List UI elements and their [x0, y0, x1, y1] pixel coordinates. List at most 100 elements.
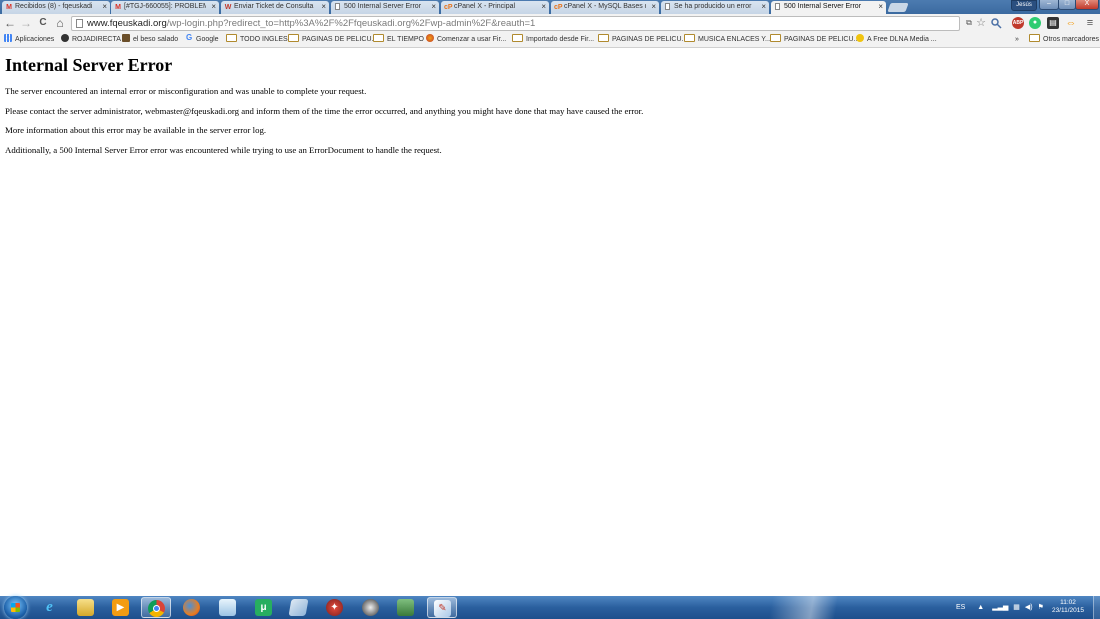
tab-500-error-active[interactable]: 500 Internal Server Error ×: [771, 1, 886, 14]
tab-label: 500 Internal Server Error: [784, 3, 862, 10]
bookmark-importado-firefox[interactable]: Importado desde Fir...: [512, 33, 594, 47]
page-icon: [665, 3, 670, 10]
bookmark-el-beso-salado[interactable]: el beso salado: [122, 33, 178, 47]
close-icon[interactable]: ×: [431, 1, 436, 13]
signal-icon[interactable]: ▂▃▅: [992, 604, 1008, 611]
close-window-button[interactable]: X: [1075, 0, 1099, 10]
show-hidden-icons[interactable]: ▲: [977, 604, 984, 611]
windows-taskbar: e ▶ μ ✦ ✎ ES ▲ ▂▃▅ ▦ ◀) ⚑ 11:02 23/11/20…: [0, 596, 1100, 619]
bookmark-star-icon[interactable]: ☆: [975, 17, 987, 29]
url-path: /wp-login.php?redirect_to=http%3A%2F%2Ff…: [166, 18, 536, 29]
close-icon[interactable]: ×: [541, 1, 546, 13]
close-icon[interactable]: ×: [102, 1, 107, 13]
page-icon: [335, 3, 340, 10]
taskbar-media-player[interactable]: ▶: [106, 597, 136, 618]
bookmark-comenzar-firefox[interactable]: Comenzar a usar Fir...: [426, 33, 506, 47]
taskbar-app-network[interactable]: [391, 597, 421, 618]
tab-label: Recibidos (8) - fqeuskadi: [15, 3, 93, 10]
extension-green-icon[interactable]: ●: [1029, 17, 1041, 29]
folder-icon: [512, 34, 523, 43]
bookmark-other[interactable]: Otros marcadores: [1029, 33, 1099, 47]
close-icon[interactable]: ×: [878, 1, 883, 13]
system-clock[interactable]: 11:02 23/11/2015: [1047, 599, 1089, 615]
bookmark-free-dlna[interactable]: A Free DLNA Media ...: [856, 33, 937, 47]
taskbar-utorrent[interactable]: μ: [249, 597, 279, 618]
site-icon: [122, 34, 130, 43]
taskbar-app-sphere[interactable]: [356, 597, 386, 618]
close-icon[interactable]: ×: [321, 1, 326, 13]
taskbar-explorer[interactable]: [71, 597, 101, 618]
bookmark-todo-ingles[interactable]: TODO INGLES: [226, 33, 288, 47]
taskbar-chrome[interactable]: [141, 597, 171, 618]
tab-recibidos[interactable]: M Recibidos (8) - fqeuskadi ×: [2, 1, 110, 14]
bookmark-rojadirecta[interactable]: ROJADIRECTA: [61, 33, 121, 47]
show-desktop-button[interactable]: [1093, 596, 1100, 619]
close-icon[interactable]: ×: [211, 1, 216, 13]
taskbar-app-red[interactable]: ✦: [320, 597, 350, 618]
back-button[interactable]: ←: [3, 16, 17, 30]
utorrent-icon: μ: [255, 599, 272, 616]
tab-enviar-ticket[interactable]: W Enviar Ticket de Consulta ×: [221, 1, 329, 14]
bookmark-paginas-peliculas-1[interactable]: PAGINAS DE PELICU...: [288, 33, 377, 47]
taskbar-app-paint[interactable]: ✎: [427, 597, 457, 618]
apps-grid-icon: [4, 34, 12, 43]
start-button[interactable]: [4, 596, 27, 619]
browser-toolbar: ← → C ⌂ www.fqeuskadi.org/wp-login.php?r…: [0, 14, 1100, 33]
user-profile-button[interactable]: Jesús: [1011, 0, 1037, 11]
page-info-icon[interactable]: [76, 19, 83, 28]
translate-icon[interactable]: ⧉: [963, 17, 975, 29]
minimize-button[interactable]: –: [1039, 0, 1059, 10]
bookmark-el-tiempo[interactable]: EL TIEMPO: [373, 33, 424, 47]
bookmark-paginas-peliculas-3[interactable]: PAGINAS DE PELICU...: [770, 33, 859, 47]
folder-icon: [1029, 34, 1040, 43]
taskbar-firefox[interactable]: [177, 597, 207, 618]
forward-button[interactable]: →: [19, 16, 33, 30]
sphere-app-icon: [362, 599, 379, 616]
file-explorer-icon: [77, 599, 94, 616]
bookmark-apps[interactable]: Aplicaciones: [4, 33, 54, 47]
bookmark-musica-enlaces[interactable]: MUSICA ENLACES Y...: [684, 33, 771, 47]
cpanel-icon: cP: [554, 4, 563, 11]
close-icon[interactable]: ×: [761, 1, 766, 13]
extension-orange-icon[interactable]: ⇔: [1065, 17, 1077, 29]
extension-key-icon[interactable]: [991, 17, 1003, 29]
maximize-button[interactable]: □: [1058, 0, 1076, 10]
tab-se-ha-producido-error[interactable]: Se ha producido un error ×: [661, 1, 769, 14]
volume-icon[interactable]: ◀): [1025, 604, 1033, 611]
bookmark-paginas-peliculas-2[interactable]: PAGINAS DE PELICU...: [598, 33, 687, 47]
folder-icon: [598, 34, 609, 43]
dlna-icon: [856, 34, 864, 43]
notepad-icon: [219, 599, 236, 616]
close-icon[interactable]: ×: [651, 1, 656, 13]
tab-cpanel-mysql[interactable]: cP cPanel X - MySQL Bases d ×: [551, 1, 659, 14]
taskbar-app-notepad[interactable]: [213, 597, 243, 618]
page-content: Internal Server Error The server encount…: [5, 55, 1095, 165]
address-bar[interactable]: www.fqeuskadi.org/wp-login.php?redirect_…: [71, 16, 960, 31]
taskbar-app-paper[interactable]: [284, 597, 314, 618]
reload-button[interactable]: C: [36, 16, 50, 30]
bookmark-google[interactable]: G Google: [186, 33, 219, 47]
network-icon[interactable]: ▦: [1013, 604, 1020, 611]
bookmarks-bar: Aplicaciones ROJADIRECTA el beso salado …: [0, 33, 1100, 48]
language-indicator[interactable]: ES: [956, 604, 965, 611]
extension-dark-icon[interactable]: ▤: [1047, 17, 1059, 29]
media-player-icon: ▶: [112, 599, 129, 616]
tab-500-error[interactable]: 500 Internal Server Error ×: [331, 1, 439, 14]
error-paragraph-2: Please contact the server administrator,…: [5, 105, 644, 116]
clock-date: 23/11/2015: [1051, 607, 1085, 614]
taskbar-glare: [740, 596, 900, 619]
new-tab-button[interactable]: [887, 3, 909, 12]
action-center-flag-icon[interactable]: ⚑: [1038, 604, 1044, 611]
tab-ticket-problem[interactable]: M [#TGJ-660055]: PROBLEM ×: [111, 1, 219, 14]
tab-cpanel-principal[interactable]: cP cPanel X - Principal ×: [441, 1, 549, 14]
menu-icon[interactable]: ≡: [1084, 17, 1096, 29]
adblock-icon[interactable]: ABP: [1012, 17, 1024, 29]
bookmarks-overflow-button[interactable]: »: [1015, 33, 1019, 47]
cpanel-icon: cP: [444, 4, 453, 11]
url-host: www.fqeuskadi.org: [87, 18, 167, 29]
url-text[interactable]: www.fqeuskadi.org/wp-login.php?redirect_…: [87, 17, 535, 30]
tab-label: Enviar Ticket de Consulta: [234, 3, 314, 10]
home-button[interactable]: ⌂: [53, 16, 67, 30]
page-title: Internal Server Error: [5, 55, 173, 75]
taskbar-internet-explorer[interactable]: e: [35, 597, 65, 618]
